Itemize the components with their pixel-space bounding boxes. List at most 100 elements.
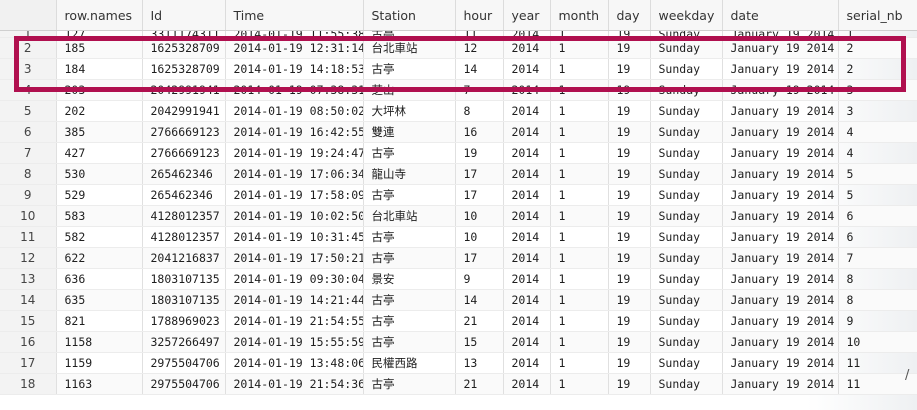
table-row[interactable]: 15 821 1788969023 2014-01-19 21:54:55 古亭 21 20… <box>0 310 917 332</box>
column-header-serial-nb[interactable]: serial_nb <box>838 0 917 31</box>
cell-text: 台北車站 <box>371 209 418 223</box>
column-header-row-names[interactable]: row.names <box>56 0 143 31</box>
cell-text: 2042991941 <box>150 83 220 97</box>
cell-text: 2014-01-19 10:31:45 <box>233 230 363 244</box>
table-row[interactable]: 18 1163 2975504706 2014-01-19 21:54:36 古亭 21 2… <box>0 373 917 395</box>
column-header-id[interactable]: Id <box>142 0 226 31</box>
column-header-day[interactable]: day <box>608 0 651 31</box>
table-cell: 2014-01-19 14:18:53 <box>225 58 364 80</box>
cell-text: January 19 2014 <box>730 146 835 160</box>
table-cell: 古亭 <box>363 184 456 206</box>
cell-text: 3311174311 <box>150 30 220 38</box>
cell-text: 2014-01-19 12:31:14 <box>233 41 363 55</box>
table-cell: 古亭 <box>363 331 456 353</box>
column-header-hour[interactable]: hour <box>455 0 504 31</box>
table-cell: 13 <box>455 352 504 374</box>
table-cell: 530 <box>56 163 143 185</box>
table-cell: 385 <box>56 121 143 143</box>
cell-text: 2014 <box>511 209 540 223</box>
table-cell: January 19 2014 <box>722 226 839 248</box>
table-row[interactable]: 13 636 1803107135 2014-01-19 09:30:04 景安 9 201… <box>0 268 917 290</box>
table-row[interactable]: 4 203 2042991941 2014-01-19 07:38:31 芝山 7 2014… <box>0 79 917 101</box>
cell-text: 2766669123 <box>150 125 220 139</box>
cell-text: 民權西路 <box>371 356 418 370</box>
cell-text: January 19 2014 <box>730 377 835 391</box>
table-row[interactable]: 17 1159 2975504706 2014-01-19 13:48:06 民權西路 1… <box>0 352 917 374</box>
table-row[interactable]: 9 529 265462346 2014-01-19 17:58:09 古亭 17 2014… <box>0 184 917 206</box>
column-header-date[interactable]: date <box>722 0 839 31</box>
column-header-year[interactable]: year <box>503 0 551 31</box>
cell-text: 2014-01-19 14:18:53 <box>233 62 363 76</box>
cell-text: 5 <box>23 104 32 118</box>
table-cell: 1 <box>838 30 917 38</box>
table-cell: 2014 <box>503 268 551 290</box>
table-row[interactable]: 11 582 4128012357 2014-01-19 10:31:45 古亭 10 20… <box>0 226 917 248</box>
cell-text: 4 <box>23 83 32 97</box>
table-row[interactable]: 8 530 265462346 2014-01-19 17:06:34 龍山寺 17 201… <box>0 163 917 185</box>
table-cell: 19 <box>608 121 651 143</box>
table-cell: Sunday <box>650 58 723 80</box>
table-cell: 10 <box>455 205 504 227</box>
table-cell: 2014 <box>503 352 551 374</box>
table-cell: 7 <box>838 247 917 269</box>
table-cell: 4 <box>838 121 917 143</box>
table-cell: 19 <box>608 226 651 248</box>
column-header-rownum[interactable] <box>0 0 57 31</box>
column-header-station[interactable]: Station <box>363 0 456 31</box>
cell-text: 10 <box>20 209 36 223</box>
column-header-time[interactable]: Time <box>225 0 364 31</box>
table-cell: January 19 2014 <box>722 352 839 374</box>
table-row[interactable]: 6 385 2766669123 2014-01-19 16:42:55 雙連 16 201… <box>0 121 917 143</box>
column-header-row: row.names Id Time Station hour year month day we… <box>0 0 917 31</box>
cell-text: January 19 2014 <box>730 230 835 244</box>
cell-text: 古亭 <box>371 377 395 391</box>
table-row[interactable]: 2 185 1625328709 2014-01-19 12:31:14 台北車站 12 2… <box>0 37 917 59</box>
table-cell: 1 <box>550 310 609 332</box>
table-cell: 2014-01-19 21:54:55 <box>225 310 364 332</box>
cell-text: 1 <box>558 41 566 55</box>
cell-text: 2041216837 <box>150 251 220 265</box>
table-row[interactable]: 5 202 2042991941 2014-01-19 08:50:02 大坪林 8 201… <box>0 100 917 122</box>
table-cell: 景安 <box>363 268 456 290</box>
table-cell: 1 <box>550 331 609 353</box>
cell-text: 2014-01-19 11:55:38 <box>233 30 363 38</box>
table-row[interactable]: 12 622 2041216837 2014-01-19 17:50:21 古亭 17 20… <box>0 247 917 269</box>
table-cell: 19 <box>608 30 651 38</box>
cell-text: 1 <box>558 335 566 349</box>
column-header-weekday[interactable]: weekday <box>650 0 723 31</box>
table-row[interactable]: 1 127 3311174311 2014-01-19 11:55:38 古亭 11 201… <box>0 30 917 38</box>
cell-text: 2014 <box>511 167 540 181</box>
cell-text: 1 <box>558 30 566 38</box>
cell-text: 1 <box>558 377 566 391</box>
table-row[interactable]: 7 427 2766669123 2014-01-19 19:24:47 古亭 19 201… <box>0 142 917 164</box>
table-cell: Sunday <box>650 268 723 290</box>
cell-text: Sunday <box>658 230 701 244</box>
column-header-month[interactable]: month <box>550 0 609 31</box>
table-cell: 3 <box>838 100 917 122</box>
table-cell: January 19 2014 <box>722 373 839 395</box>
table-cell: 19 <box>608 184 651 206</box>
table-cell: 龍山寺 <box>363 163 456 185</box>
table-cell: Sunday <box>650 373 723 395</box>
cell-text: 5 <box>846 167 854 181</box>
table-row[interactable]: 14 635 1803107135 2014-01-19 14:21:44 古亭 14 20… <box>0 289 917 311</box>
table-row[interactable]: 10 583 4128012357 2014-01-19 10:02:50 台北車站 10… <box>0 205 917 227</box>
table-cell: 2014 <box>503 289 551 311</box>
table-cell: 4 <box>838 142 917 164</box>
table-row[interactable]: 3 184 1625328709 2014-01-19 14:18:53 古亭 14 201… <box>0 58 917 80</box>
cell-text: Sunday <box>658 104 701 118</box>
cell-text: 21 <box>463 314 478 328</box>
table-cell: 2014-01-19 16:42:55 <box>225 121 364 143</box>
cell-text: 1803107135 <box>150 293 220 307</box>
table-cell: 2014 <box>503 247 551 269</box>
cell-text: 11 <box>846 377 861 391</box>
table-row[interactable]: 16 1158 3257266497 2014-01-19 15:55:59 古亭 15 2… <box>0 331 917 353</box>
table-cell: 2014 <box>503 163 551 185</box>
cell-text: 19 <box>616 167 631 181</box>
table-cell: 2014 <box>503 79 551 101</box>
table-cell: 203 <box>56 79 143 101</box>
table-cell: 3 <box>838 79 917 101</box>
table-cell: January 19 2014 <box>722 205 839 227</box>
cell-text: 184 <box>64 62 86 76</box>
cell-text: 1 <box>846 30 854 38</box>
